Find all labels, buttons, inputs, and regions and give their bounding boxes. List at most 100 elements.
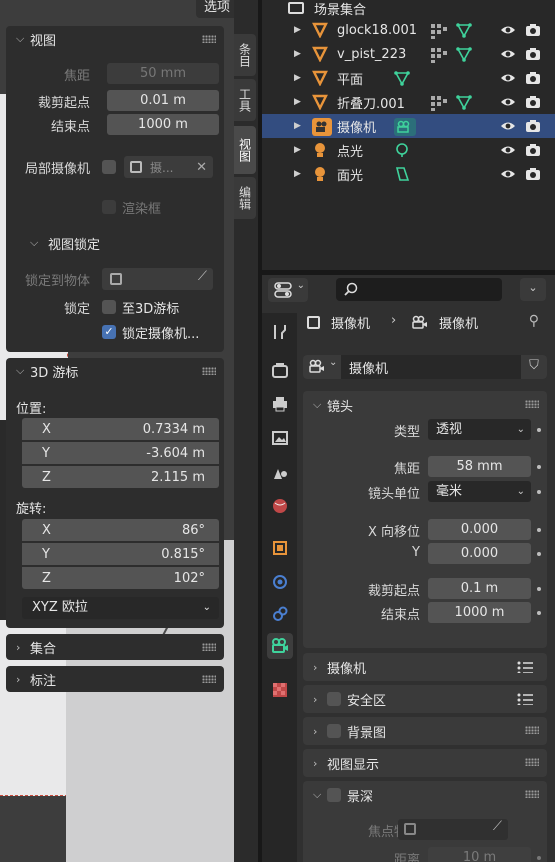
outliner-row[interactable]: ▶ 点光 [262,138,555,162]
keyframe-dot[interactable] [537,528,541,532]
rotation-x-field[interactable]: X 86° [22,519,219,541]
location-x-field[interactable]: X 0.7334 m [22,418,219,440]
focus-object-field[interactable]: ⟋ [398,819,508,840]
camera-data-tab[interactable] [267,633,293,659]
scene-collection-row[interactable]: 场景集合 [262,0,555,20]
lens-unit-select[interactable]: 毫米 ⌄ [428,481,531,502]
object-tab[interactable] [267,535,293,561]
viewport-display-panel[interactable]: › 视图显示 [303,749,547,777]
dof-checkbox[interactable] [327,788,341,802]
rotation-y-field[interactable]: Y 0.815° [22,543,219,565]
search-input[interactable] [336,278,502,301]
tab-view[interactable]: 视图 [234,126,256,174]
output-tab[interactable] [267,391,293,417]
drag-handle-icon[interactable] [202,643,216,651]
preset-list-icon[interactable] [517,693,533,705]
3d-viewport[interactable]: 选项 ⌄ ⌵ 视图 焦距 50 mm 裁剪起点 0.01 m 结束点 1000 m 局部… [0,0,234,862]
drag-handle-icon[interactable] [525,758,539,766]
outliner-row[interactable]: ▶ 面光 [262,162,555,186]
drag-handle-icon[interactable] [525,790,539,798]
dof-panel-header[interactable]: ⌵ 景深 [313,781,373,809]
lock-object-field[interactable]: ⟋ [102,268,213,290]
chevron-down-icon[interactable]: ⌵ [30,236,44,250]
3d-cursor-header[interactable]: ⌵ 3D 游标 [6,358,224,384]
clip-end-field[interactable]: 1000 m [107,114,219,135]
pin-icon[interactable]: ⚲ [529,313,539,329]
lens-type-select[interactable]: 透视 ⌄ [428,419,531,440]
location-y-field[interactable]: Y -3.604 m [22,442,219,464]
lens-panel-header[interactable]: ⌵ 镜头 [313,391,353,419]
keyframe-dot[interactable] [537,856,541,860]
view-layer-tab[interactable] [267,425,293,451]
rotation-z-field[interactable]: Z 102° [22,567,219,589]
local-camera-checkbox[interactable] [102,160,116,174]
tab-item[interactable]: 条目 [234,34,256,76]
lock-camera-checkbox[interactable]: ✓ [102,325,116,339]
keyframe-dot[interactable] [537,490,541,494]
lock-cursor-checkbox[interactable] [102,300,116,314]
keyframe-dot[interactable] [537,611,541,615]
shift-y-field[interactable]: 0.000 [428,543,531,564]
expand-arrow-icon[interactable]: ▶ [294,97,301,107]
outliner-row[interactable]: ▶ 摄像机 [262,114,555,138]
tab-tool[interactable]: 工具 [234,79,256,121]
render-camera-icon[interactable] [525,95,541,113]
background-images-panel[interactable]: › 背景图 [303,717,547,745]
eye-icon[interactable] [500,24,516,40]
camera-data-browse-button[interactable]: ⌄ [303,355,341,379]
preset-list-icon[interactable] [517,661,533,673]
render-camera-icon[interactable] [525,47,541,65]
clip-start-field[interactable]: 0.1 m [428,578,531,599]
options-dropdown[interactable]: ⌄ [520,278,546,301]
shift-x-field[interactable]: 0.000 [428,519,531,540]
eyedropper-icon[interactable]: ⟋ [198,269,207,284]
keyframe-dot[interactable] [537,428,541,432]
world-tab[interactable] [267,493,293,519]
tab-edit[interactable]: 编辑 [234,177,256,219]
eye-icon[interactable] [500,72,516,88]
close-icon[interactable]: ✕ [196,160,207,175]
clip-start-field[interactable]: 0.01 m [107,90,219,111]
fake-user-shield-icon[interactable]: ⛉ [521,355,547,379]
texture-tab[interactable] [267,677,293,703]
eye-icon[interactable] [500,144,516,160]
render-camera-icon[interactable] [525,167,541,185]
expand-arrow-icon[interactable]: ▶ [294,145,301,155]
eye-icon[interactable] [500,48,516,64]
render-tab[interactable] [267,357,293,383]
outliner-row[interactable]: ▶ v_pist_223 [262,42,555,66]
eye-icon[interactable] [500,96,516,112]
scene-tab[interactable] [267,459,293,485]
local-camera-field[interactable]: 摄... ✕ [124,156,213,178]
location-z-field[interactable]: Z 2.115 m [22,466,219,488]
drag-handle-icon[interactable] [202,367,216,375]
options-dropdown[interactable]: 选项 ⌄ [196,0,234,18]
focus-distance-field[interactable]: 10 m [428,847,531,862]
annotation-panel[interactable]: › 标注 [6,666,224,692]
camera-panel[interactable]: › 摄像机 [303,653,547,681]
drag-handle-icon[interactable] [202,35,216,43]
keyframe-dot[interactable] [537,552,541,556]
outliner-row[interactable]: ▶ 折叠刀.001 [262,90,555,114]
eyedropper-icon[interactable]: ⟋ [493,819,502,834]
clip-end-field[interactable]: 1000 m [428,602,531,623]
render-camera-icon[interactable] [525,71,541,89]
drag-handle-icon[interactable] [525,726,539,734]
render-camera-icon[interactable] [525,119,541,137]
render-region-checkbox[interactable] [102,200,116,214]
expand-arrow-icon[interactable]: ▶ [294,73,301,83]
rotation-mode-select[interactable]: XYZ 欧拉 ⌄ [22,597,219,619]
focal-length-field[interactable]: 50 mm [107,63,219,84]
eye-icon[interactable] [500,168,516,184]
outliner-row[interactable]: ▶ glock18.001 [262,18,555,42]
physics-tab[interactable] [267,569,293,595]
safe-areas-checkbox[interactable] [327,692,341,706]
constraints-tab[interactable] [267,601,293,627]
datablock-selector[interactable]: ⌄ 摄像机 ⛉ [303,355,547,379]
outliner-row[interactable]: ▶ 平面 [262,66,555,90]
drag-handle-icon[interactable] [202,675,216,683]
editor-type-button[interactable]: ⌄ [268,278,308,302]
keyframe-dot[interactable] [537,465,541,469]
tool-tab[interactable] [267,319,293,345]
expand-arrow-icon[interactable]: ▶ [294,169,301,179]
